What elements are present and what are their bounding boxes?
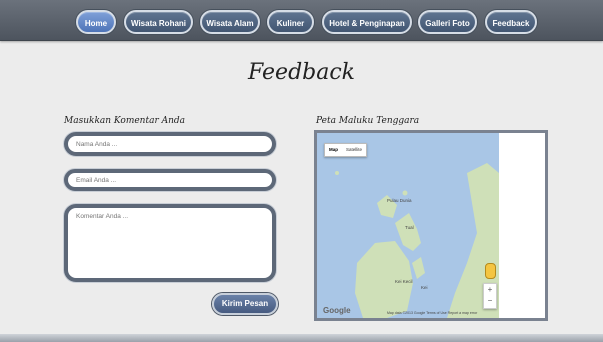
zoom-control: + − — [483, 283, 497, 309]
islet — [402, 190, 408, 196]
island-dunia — [395, 213, 421, 251]
zoom-in-button[interactable]: + — [484, 284, 496, 295]
map-attribution[interactable]: Map data ©2013 Google Terms of Use Repor… — [387, 311, 477, 315]
nav-galleri-foto[interactable]: Galleri Foto — [418, 10, 477, 34]
comment-textarea[interactable] — [76, 213, 272, 277]
submit-button[interactable]: Kirim Pesan — [212, 293, 278, 315]
map-place-label: Kei — [421, 285, 428, 290]
comment-field[interactable] — [64, 204, 276, 282]
map-frame: Map Satellite Pulau Dunia Tual Kei Kecil… — [314, 130, 548, 321]
name-field[interactable] — [64, 132, 276, 156]
bottom-bar — [0, 334, 603, 342]
name-input[interactable] — [76, 136, 272, 152]
nav-wisata-rohani[interactable]: Wisata Rohani — [124, 10, 193, 34]
islet — [335, 171, 339, 175]
top-navbar: Home Wisata Rohani Wisata Alam Kuliner H… — [0, 0, 603, 41]
map-type-satellite[interactable]: Satellite — [342, 144, 366, 156]
nav-wisata-alam[interactable]: Wisata Alam — [200, 10, 260, 34]
email-input[interactable] — [76, 173, 272, 187]
map-place-label: Tual — [405, 225, 414, 230]
zoom-out-button[interactable]: − — [484, 295, 496, 306]
map-label: Peta Maluku Tenggara — [316, 116, 420, 126]
form-label: Masukkan Komentar Anda — [64, 116, 186, 126]
island-small — [412, 257, 425, 279]
map-place-label: Pulau Dunia — [387, 198, 412, 203]
google-logo: Google — [323, 306, 351, 315]
map-place-label: Kei Kecil — [395, 279, 413, 284]
nav-kuliner[interactable]: Kuliner — [267, 10, 314, 34]
map-canvas[interactable]: Map Satellite Pulau Dunia Tual Kei Kecil… — [317, 133, 499, 318]
nav-home[interactable]: Home — [76, 10, 116, 34]
email-field[interactable] — [64, 169, 276, 191]
map-type-map[interactable]: Map — [325, 144, 342, 156]
pegman-icon[interactable] — [485, 263, 496, 279]
page-title: Feedback — [247, 60, 356, 85]
nav-feedback[interactable]: Feedback — [485, 10, 537, 34]
nav-hotel-penginapan[interactable]: Hotel & Penginapan — [322, 10, 412, 34]
map-type-control: Map Satellite — [324, 143, 368, 157]
